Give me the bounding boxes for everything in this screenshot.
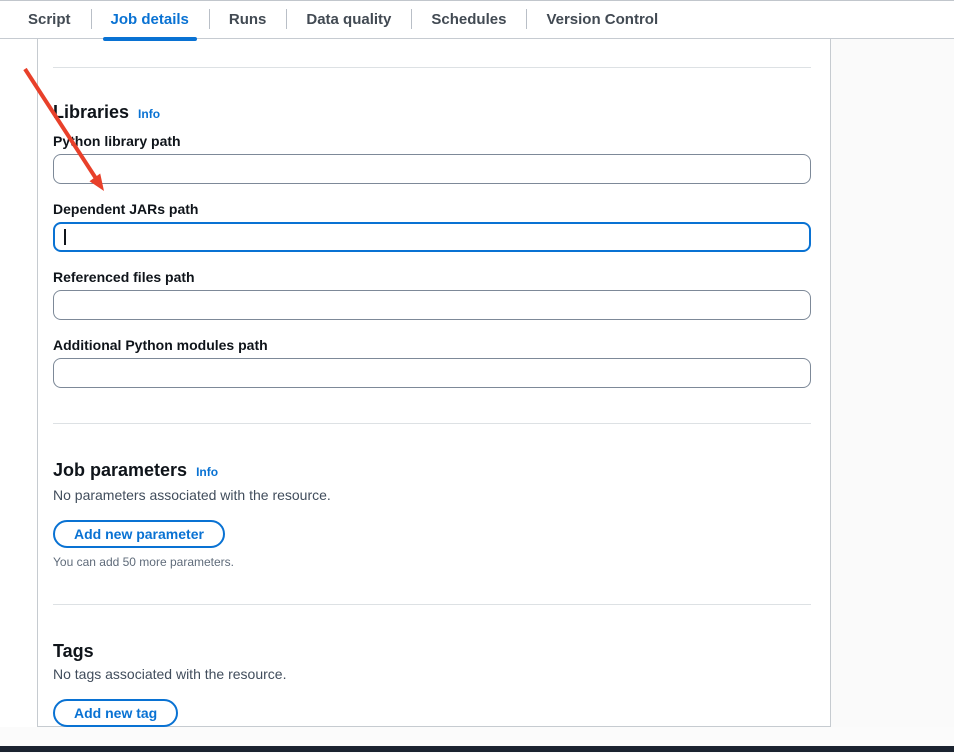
tab-script[interactable]: Script: [8, 1, 91, 38]
text-caret: [64, 229, 66, 245]
job-parameters-heading-text: Job parameters: [53, 460, 187, 480]
referenced-files-path-label: Referenced files path: [53, 269, 813, 286]
add-new-tag-button[interactable]: Add new tag: [53, 699, 178, 727]
libraries-info-link[interactable]: Info: [138, 107, 160, 121]
tab-schedules[interactable]: Schedules: [411, 1, 526, 38]
tags-heading-text: Tags: [53, 641, 94, 661]
tags-empty-text: No tags associated with the resource.: [53, 666, 813, 683]
tab-job-details[interactable]: Job details: [91, 1, 209, 38]
dependent-jars-path-label: Dependent JARs path: [53, 201, 813, 218]
job-parameters-heading: Job parameters Info: [53, 460, 813, 483]
job-parameters-empty-text: No parameters associated with the resour…: [53, 487, 813, 504]
dependent-jars-path-input-wrap: [53, 222, 811, 252]
dependent-jars-path-input[interactable]: [53, 222, 811, 252]
libraries-heading: Libraries Info: [53, 102, 813, 125]
tab-version-control[interactable]: Version Control: [526, 1, 678, 38]
window-bottom-bar: [0, 746, 954, 752]
add-new-parameter-button[interactable]: Add new parameter: [53, 520, 225, 548]
section-divider: [53, 423, 811, 424]
additional-python-modules-path-input[interactable]: [53, 358, 811, 388]
python-library-path-input[interactable]: [53, 154, 811, 184]
job-details-panel: Libraries Info Python library path Depend…: [37, 39, 831, 727]
additional-python-modules-path-label: Additional Python modules path: [53, 337, 813, 354]
right-gutter-background: [831, 39, 954, 753]
tab-data-quality[interactable]: Data quality: [286, 1, 411, 38]
referenced-files-path-input[interactable]: [53, 290, 811, 320]
tab-runs[interactable]: Runs: [209, 1, 287, 38]
libraries-heading-text: Libraries: [53, 102, 129, 122]
tab-bar: Script Job details Runs Data quality Sch…: [0, 0, 954, 39]
python-library-path-label: Python library path: [53, 133, 813, 150]
section-divider: [53, 67, 811, 68]
section-divider: [53, 604, 811, 605]
tags-heading: Tags: [53, 641, 813, 662]
job-parameters-helper-text: You can add 50 more parameters.: [53, 555, 813, 569]
job-parameters-info-link[interactable]: Info: [196, 465, 218, 479]
